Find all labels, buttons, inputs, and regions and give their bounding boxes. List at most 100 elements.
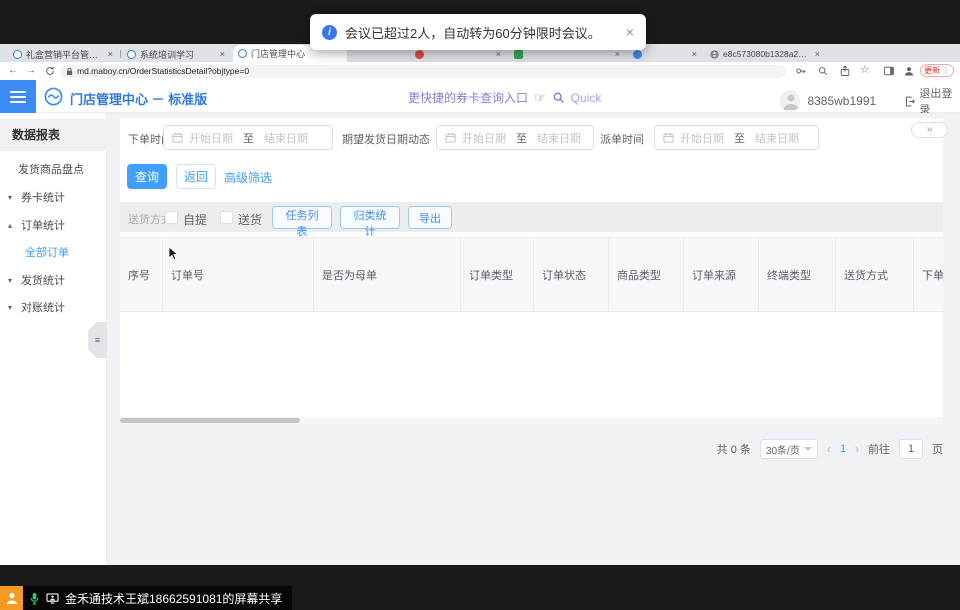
tab-close-icon[interactable]: ×	[815, 49, 820, 59]
column-header[interactable]: 订单号	[162, 238, 313, 311]
lock-icon	[66, 67, 73, 76]
url-bar[interactable]: md.maboy.cn/OrderStatisticsDetail?objtyp…	[60, 65, 786, 78]
screen: 礼盒营销平台管理中心 × 系统培训学习 × 门店管理中心 × × ×	[0, 0, 960, 610]
current-page[interactable]: 1	[840, 443, 846, 455]
info-icon: i	[322, 25, 337, 40]
url-text: md.maboy.cn/OrderStatisticsDetail?objtyp…	[77, 66, 249, 76]
goto-label: 前往	[868, 441, 890, 457]
delivery-checkbox[interactable]	[220, 211, 233, 224]
calendar-icon	[172, 132, 183, 143]
tab-close-icon[interactable]: ×	[496, 49, 501, 59]
range-separator: 至	[239, 130, 258, 146]
screen-share-bar: 金禾通技术王斌18662591081的屏幕共享	[0, 586, 292, 610]
avatar-person-icon	[780, 90, 800, 112]
column-header[interactable]: 下单时间	[913, 238, 943, 311]
advanced-filter-link[interactable]: 高级筛选	[224, 169, 272, 186]
sidebar-collapse-handle[interactable]: ≡	[88, 322, 107, 358]
sidebar-item-reconciliation-stats[interactable]: ▾ 对账统计	[0, 300, 107, 316]
order-time-range-input[interactable]: 开始日期 至 结束日期	[163, 125, 333, 150]
start-date-placeholder: 开始日期	[189, 130, 233, 146]
category-stats-button[interactable]: 归类统计	[340, 206, 400, 229]
delivery-label[interactable]: 送货	[238, 211, 262, 228]
tab-training[interactable]: 系统培训学习 ×	[122, 46, 230, 62]
column-header[interactable]: 送货方式	[835, 238, 913, 311]
tab-title: 礼盒营销平台管理中心	[26, 48, 104, 61]
back-icon[interactable]: ←	[8, 65, 18, 77]
sidebar-item-shipping-stats[interactable]: ▾ 发货统计	[0, 273, 107, 289]
column-header[interactable]: 终端类型	[758, 238, 835, 311]
logout-icon	[905, 96, 915, 107]
tab-close-icon[interactable]: ×	[692, 49, 697, 59]
share-icon[interactable]	[838, 65, 852, 77]
dispatch-time-range-input[interactable]: 开始日期 至 结束日期	[654, 125, 819, 150]
end-date-placeholder: 结束日期	[755, 130, 799, 146]
toast-close-icon[interactable]: ×	[626, 24, 634, 40]
screen-share-icon	[46, 593, 59, 604]
sidebar-toggle-button[interactable]	[0, 80, 36, 113]
tab-hash[interactable]: e8c573080b1328a258fd2e6... ×	[705, 46, 825, 62]
expected-ship-range-input[interactable]: 开始日期 至 结束日期	[436, 125, 594, 150]
search-button[interactable]: 查询	[127, 164, 167, 189]
quick-search-icon[interactable]	[552, 91, 565, 104]
column-header[interactable]: 是否为母单	[313, 238, 460, 311]
sidebar-item-all-orders-active[interactable]: 全部订单	[0, 245, 107, 261]
chrome-update-button[interactable]: 更新 ⋮	[920, 64, 954, 77]
back-button[interactable]: 返回	[176, 164, 216, 189]
tab-close-icon[interactable]: ×	[615, 49, 620, 59]
chevron-down-icon: ▾	[8, 300, 12, 316]
export-button[interactable]: 导出	[408, 206, 452, 229]
sidebar: 数据报表 发货商品盘点 ▾ 券卡统计 ▴ 订单统计 全部订单 ▾ 发货统计 ▾ …	[0, 113, 107, 565]
side-panel-icon[interactable]	[882, 65, 896, 77]
toast-message: 会议已超过2人，自动转为60分钟限时会议。	[345, 23, 601, 42]
forward-icon[interactable]: →	[26, 65, 36, 77]
profile-icon[interactable]	[902, 65, 916, 77]
sidebar-item-coupon-stats[interactable]: ▾ 券卡统计	[0, 190, 107, 206]
column-header[interactable]: 序号	[120, 238, 162, 311]
reload-icon[interactable]	[43, 65, 57, 77]
chevron-down-icon: ▾	[8, 190, 12, 206]
share-avatar	[0, 586, 23, 610]
range-separator: 至	[512, 130, 531, 146]
share-info: 金禾通技术王斌18662591081的屏幕共享	[23, 586, 292, 610]
goto-page-input[interactable]	[899, 439, 923, 459]
tab-close-icon[interactable]: ×	[220, 49, 225, 59]
bookmark-star-icon[interactable]: ☆	[860, 64, 870, 76]
page-size-select[interactable]: 30条/页	[760, 439, 818, 459]
pickup-checkbox[interactable]	[165, 211, 178, 224]
sidebar-item-shipment-inventory[interactable]: 发货商品盘点	[0, 162, 107, 178]
order-list-panel: 下单时间 开始日期 至 结束日期 期望发货日期动态	[120, 118, 943, 424]
total-count: 共 0 条	[717, 441, 751, 457]
tab-separator	[120, 50, 121, 58]
app-logo-icon	[44, 87, 63, 106]
pickup-label[interactable]: 自提	[183, 211, 207, 228]
next-page-button[interactable]: ›	[855, 442, 859, 456]
coupon-query-entry-link[interactable]: 更快捷的券卡查询入口	[408, 89, 528, 106]
more-menu-icon[interactable]: ⋮	[942, 66, 950, 75]
zoom-icon[interactable]	[816, 65, 830, 77]
expected-ship-label: 期望发货日期动态	[342, 131, 430, 147]
handle-icon: ≡	[95, 335, 100, 345]
column-header[interactable]: 订单状态	[533, 238, 608, 311]
tab-close-icon[interactable]: ×	[108, 49, 113, 59]
person-icon	[5, 591, 19, 605]
calendar-icon	[445, 132, 456, 143]
sidebar-item-order-stats[interactable]: ▴ 订单统计	[0, 218, 107, 234]
filter-collapse-button[interactable]: »	[911, 122, 948, 138]
quick-label[interactable]: Quick	[571, 91, 602, 105]
key-icon[interactable]	[794, 65, 808, 77]
horizontal-scrollbar[interactable]	[120, 417, 943, 424]
prev-page-button[interactable]: ‹	[827, 442, 831, 456]
scrollbar-thumb[interactable]	[120, 418, 300, 423]
list-toolbar: 送货方式 自提 送货 任务列表 归类统计 导出	[120, 202, 943, 232]
user-avatar[interactable]	[780, 90, 800, 112]
column-header[interactable]: 商品类型	[608, 238, 683, 311]
end-date-placeholder: 结束日期	[537, 130, 581, 146]
end-date-placeholder: 结束日期	[264, 130, 308, 146]
tab-gift-platform[interactable]: 礼盒营销平台管理中心 ×	[8, 46, 118, 62]
column-header[interactable]: 订单类型	[460, 238, 533, 311]
task-list-button[interactable]: 任务列表	[272, 206, 332, 229]
main-content: 下单时间 开始日期 至 结束日期 期望发货日期动态	[107, 113, 960, 565]
mouse-cursor	[168, 246, 179, 261]
column-header[interactable]: 订单来源	[683, 238, 758, 311]
meeting-toast: i 会议已超过2人，自动转为60分钟限时会议。 ×	[310, 14, 646, 50]
